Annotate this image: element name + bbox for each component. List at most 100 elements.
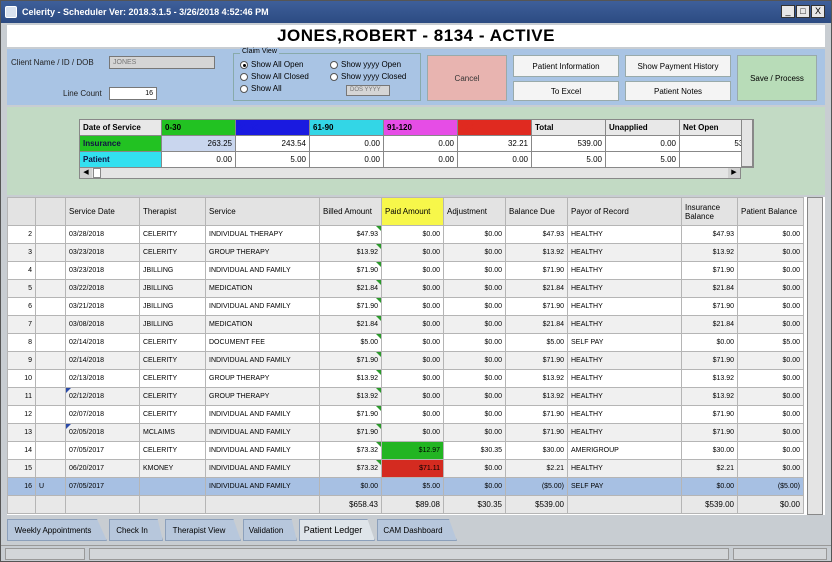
grid-cell[interactable]: $30.00 [505, 441, 568, 460]
grid-cell[interactable] [35, 369, 66, 388]
grid-cell[interactable]: $0.00 [381, 297, 444, 316]
minimize-button[interactable]: _ [781, 5, 795, 18]
grid-cell[interactable]: INDIVIDUAL AND FAMILY [205, 459, 320, 478]
grid-cell[interactable]: 03/23/2018 [65, 261, 140, 280]
grid-cell[interactable]: 02/05/2018 [65, 423, 140, 442]
grid-cell[interactable]: $0.00 [443, 225, 506, 244]
summary-vertical-scrollbar[interactable] [741, 119, 753, 167]
grid-cell[interactable]: 2 [7, 225, 36, 244]
grid-cell[interactable]: CELERITY [139, 369, 206, 388]
table-row[interactable]: 13 02/05/2018 MCLAIMS INDIVIDUAL AND FAMILY… [7, 423, 804, 442]
cancel-button[interactable]: Cancel [427, 55, 507, 101]
grid-cell[interactable]: $0.00 [381, 261, 444, 280]
grid-cell[interactable]: $13.92 [319, 387, 382, 406]
grid-cell[interactable]: CELERITY [139, 225, 206, 244]
grid-cell[interactable]: 7 [7, 315, 36, 334]
column-header-1[interactable] [35, 197, 66, 226]
grid-cell[interactable]: INDIVIDUAL AND FAMILY [205, 297, 320, 316]
grid-cell[interactable]: $0.00 [737, 279, 804, 298]
grid-cell[interactable]: 03/08/2018 [65, 315, 140, 334]
grid-cell[interactable] [139, 477, 206, 496]
column-header-11[interactable]: Patient Balance [737, 197, 804, 226]
grid-cell[interactable]: $0.00 [443, 387, 506, 406]
grid-cell[interactable]: $0.00 [381, 243, 444, 262]
grid-cell[interactable]: $47.93 [319, 225, 382, 244]
grid-cell[interactable]: 8 [7, 333, 36, 352]
patient-notes-button[interactable]: Patient Notes [625, 81, 731, 101]
grid-cell[interactable]: 16 [7, 477, 36, 496]
grid-cell[interactable]: $0.00 [737, 405, 804, 424]
grid-cell[interactable]: CELERITY [139, 351, 206, 370]
grid-cell[interactable]: $0.00 [443, 297, 506, 316]
summary-horizontal-scrollbar[interactable]: ◀ ▶ [79, 167, 741, 179]
close-button[interactable]: X [811, 5, 825, 18]
grid-cell[interactable]: $13.92 [319, 243, 382, 262]
scroll-left-icon[interactable]: ◀ [80, 168, 92, 178]
grid-cell[interactable]: CELERITY [139, 243, 206, 262]
scroll-right-icon[interactable]: ▶ [728, 168, 740, 178]
maximize-button[interactable]: □ [796, 5, 810, 18]
grid-cell[interactable]: $2.21 [681, 459, 738, 478]
client-field[interactable]: JONES [109, 56, 215, 69]
grid-cell[interactable]: INDIVIDUAL AND FAMILY [205, 405, 320, 424]
grid-cell[interactable]: 03/22/2018 [65, 279, 140, 298]
table-row[interactable]: 7 03/08/2018 JBILLING MEDICATION $21.84 $0.00… [7, 315, 804, 334]
column-header-8[interactable]: Balance Due [505, 197, 568, 226]
grid-cell[interactable]: $21.84 [319, 315, 382, 334]
grid-cell[interactable]: $0.00 [737, 225, 804, 244]
grid-cell[interactable]: 07/05/2017 [65, 477, 140, 496]
grid-cell[interactable]: MCLAIMS [139, 423, 206, 442]
table-row[interactable]: 4 03/23/2018 JBILLING INDIVIDUAL AND FAMILY… [7, 261, 804, 280]
grid-cell[interactable]: $0.00 [737, 459, 804, 478]
table-row[interactable]: 15 06/20/2017 KMONEY INDIVIDUAL AND FAMILY $… [7, 459, 804, 478]
grid-cell[interactable]: INDIVIDUAL AND FAMILY [205, 351, 320, 370]
grid-cell[interactable]: DOCUMENT FEE [205, 333, 320, 352]
grid-cell[interactable]: JBILLING [139, 315, 206, 334]
grid-cell[interactable]: 02/07/2018 [65, 405, 140, 424]
grid-cell[interactable]: $13.92 [681, 243, 738, 262]
table-row[interactable]: 12 02/07/2018 CELERITY INDIVIDUAL AND FAMIL… [7, 405, 804, 424]
grid-cell[interactable]: $0.00 [443, 477, 506, 496]
grid-cell[interactable] [35, 261, 66, 280]
grid-cell[interactable]: $0.00 [381, 387, 444, 406]
grid-cell[interactable]: 5 [7, 279, 36, 298]
grid-cell[interactable]: $0.00 [737, 441, 804, 460]
grid-cell[interactable]: $0.00 [737, 423, 804, 442]
grid-cell[interactable]: $2.21 [505, 459, 568, 478]
grid-cell[interactable]: $13.92 [505, 243, 568, 262]
grid-cell[interactable]: $71.90 [319, 297, 382, 316]
grid-cell[interactable]: 14 [7, 441, 36, 460]
grid-cell[interactable]: 6 [7, 297, 36, 316]
grid-cell[interactable]: HEALTHY [567, 369, 682, 388]
grid-cell[interactable]: $0.00 [381, 333, 444, 352]
grid-cell[interactable] [35, 459, 66, 478]
grid-cell[interactable]: GROUP THERAPY [205, 243, 320, 262]
grid-cell[interactable]: 07/05/2017 [65, 441, 140, 460]
grid-cell[interactable]: $21.84 [505, 279, 568, 298]
grid-cell[interactable]: AMERIGROUP [567, 441, 682, 460]
grid-cell[interactable]: HEALTHY [567, 243, 682, 262]
grid-cell[interactable]: $0.00 [319, 477, 382, 496]
grid-cell[interactable]: $71.90 [319, 405, 382, 424]
grid-cell[interactable]: $21.84 [681, 279, 738, 298]
grid-cell[interactable]: $73.32 [319, 459, 382, 478]
grid-cell[interactable]: INDIVIDUAL AND FAMILY [205, 441, 320, 460]
grid-cell[interactable]: $0.00 [737, 387, 804, 406]
radio-show-all[interactable]: Show All [240, 84, 282, 93]
grid-cell[interactable]: $0.00 [681, 333, 738, 352]
save-process-button[interactable]: Save / Process [737, 55, 817, 101]
radio-show-all-open[interactable]: Show All Open [240, 60, 303, 69]
grid-cell[interactable]: $0.00 [737, 261, 804, 280]
grid-cell[interactable]: $0.00 [443, 333, 506, 352]
grid-cell[interactable]: $71.90 [505, 261, 568, 280]
grid-cell[interactable]: INDIVIDUAL THERAPY [205, 225, 320, 244]
grid-cell[interactable]: $71.90 [681, 423, 738, 442]
column-header-9[interactable]: Payor of Record [567, 197, 682, 226]
grid-cell[interactable]: $30.35 [443, 441, 506, 460]
scroll-thumb[interactable] [93, 168, 101, 178]
grid-cell[interactable]: $47.93 [681, 225, 738, 244]
tab-weekly-appointments[interactable]: Weekly Appointments [7, 519, 107, 541]
grid-cell[interactable]: $21.84 [681, 315, 738, 334]
patient-information-button[interactable]: Patient Information [513, 55, 619, 77]
grid-cell[interactable]: 06/20/2017 [65, 459, 140, 478]
